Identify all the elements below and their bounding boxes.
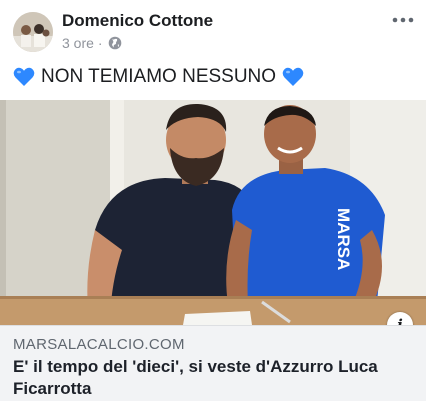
post-time[interactable]: 3 ore [62, 35, 94, 51]
link-preview[interactable]: MARSALACALCIO.COM E' il tempo del 'dieci… [0, 325, 426, 401]
more-options-icon[interactable] [390, 9, 416, 31]
post-message: NON TEMIAMO NESSUNO [13, 66, 304, 88]
avatar[interactable] [13, 12, 53, 52]
blue-heart-icon [13, 67, 35, 87]
link-domain: MARSALACALCIO.COM [13, 336, 185, 353]
author-name[interactable]: Domenico Cottone [62, 11, 213, 31]
post-header: Domenico Cottone 3 ore · [0, 0, 426, 60]
meta-separator: · [97, 35, 103, 51]
globe-icon[interactable] [108, 36, 122, 50]
blue-heart-icon [282, 67, 304, 87]
post-message-text: NON TEMIAMO NESSUNO [41, 66, 277, 87]
link-preview-image[interactable]: MARSA [0, 100, 426, 325]
post-meta: 3 ore · [62, 35, 122, 51]
jersey-text: MARSA [334, 208, 353, 270]
link-title[interactable]: E' il tempo del 'dieci', si veste d'Azzu… [13, 356, 413, 400]
